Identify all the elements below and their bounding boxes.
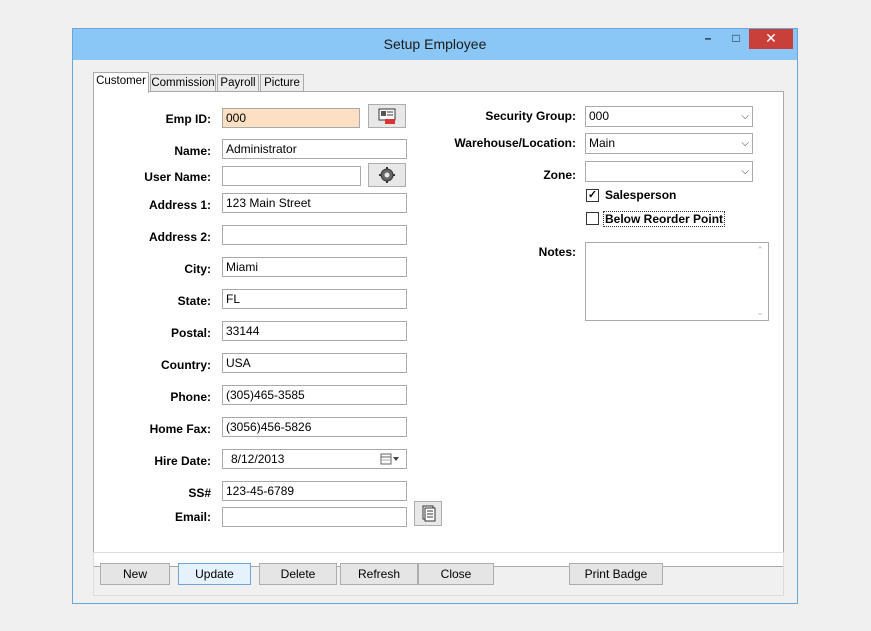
zone-label: Zone:: [543, 168, 576, 182]
below-reorder-checkbox[interactable]: [586, 212, 599, 225]
tab-payroll[interactable]: Payroll: [217, 74, 259, 91]
name-label: Name:: [174, 144, 211, 158]
close-window-button[interactable]: ✕: [749, 29, 793, 49]
refresh-button[interactable]: Refresh: [340, 563, 418, 585]
clipboard-icon: [422, 505, 436, 522]
minimize-button[interactable]: –: [695, 29, 721, 49]
id-card-button[interactable]: [368, 104, 406, 128]
state-field[interactable]: FL: [222, 289, 407, 309]
ssn-field[interactable]: 123-45-6789: [222, 481, 407, 501]
postal-field[interactable]: 33144: [222, 321, 407, 341]
name-field[interactable]: Administrator: [222, 139, 407, 159]
city-field[interactable]: Miami: [222, 257, 407, 277]
below-reorder-label: Below Reorder Point: [603, 211, 726, 227]
tab-customer[interactable]: Customer: [93, 72, 149, 93]
hire-date-value: 8/12/2013: [231, 452, 285, 466]
calendar-icon[interactable]: [380, 453, 402, 465]
home-fax-label: Home Fax:: [149, 422, 211, 436]
salesperson-label: Salesperson: [605, 188, 677, 202]
phone-label: Phone:: [170, 390, 211, 404]
state-label: State:: [177, 294, 211, 308]
warehouse-label: Warehouse/Location:: [454, 136, 576, 150]
ssn-label: SS#: [188, 486, 211, 500]
notes-scrollbar[interactable]: ⌃ ⌄: [752, 243, 768, 320]
phone-field[interactable]: (305)465-3585: [222, 385, 407, 405]
tab-picture[interactable]: Picture: [260, 74, 304, 91]
title-bar: Setup Employee – □ ✕: [73, 29, 797, 60]
chevron-down-icon: ⌵: [741, 166, 749, 177]
address2-field[interactable]: [222, 225, 407, 245]
scroll-down-icon[interactable]: ⌄: [752, 307, 768, 318]
warehouse-value: Main: [589, 136, 616, 150]
update-button[interactable]: Update: [178, 563, 251, 585]
emp-id-field[interactable]: 000: [222, 108, 360, 128]
id-card-icon: [378, 108, 396, 124]
salesperson-checkbox[interactable]: ✓: [586, 189, 599, 202]
setup-employee-window: Setup Employee – □ ✕ Customer Commission…: [72, 28, 798, 604]
zone-select[interactable]: ⌵: [585, 161, 753, 182]
emp-id-label: Emp ID:: [165, 112, 211, 126]
address1-label: Address 1:: [148, 198, 211, 212]
scroll-up-icon[interactable]: ⌃: [752, 245, 768, 256]
chevron-down-icon: ⌵: [741, 111, 749, 122]
hire-date-picker[interactable]: 8/12/2013: [222, 449, 407, 469]
tab-commission[interactable]: Commission: [150, 74, 216, 91]
security-group-value: 000: [589, 109, 610, 123]
hire-date-label: Hire Date:: [154, 454, 211, 468]
country-label: Country:: [161, 358, 211, 372]
country-field[interactable]: USA: [222, 353, 407, 373]
chevron-down-icon: ⌵: [741, 138, 749, 149]
print-badge-button[interactable]: Print Badge: [569, 563, 663, 585]
home-fax-field[interactable]: (3056)456-5826: [222, 417, 407, 437]
user-name-field[interactable]: [222, 166, 361, 186]
warehouse-select[interactable]: Main ⌵: [585, 133, 753, 154]
email-field[interactable]: [222, 507, 407, 527]
maximize-button[interactable]: □: [723, 29, 749, 49]
user-settings-button[interactable]: [368, 163, 406, 187]
notes-textarea[interactable]: ⌃ ⌄: [585, 242, 769, 321]
security-group-select[interactable]: 000 ⌵: [585, 106, 753, 127]
user-name-label: User Name:: [144, 170, 211, 184]
gear-icon: [379, 167, 395, 183]
new-button[interactable]: New: [100, 563, 170, 585]
email-label: Email:: [174, 510, 211, 524]
close-button[interactable]: Close: [418, 563, 494, 585]
window-title: Setup Employee: [383, 36, 487, 52]
address2-label: Address 2:: [148, 230, 211, 244]
notes-label: Notes:: [538, 245, 576, 259]
email-copy-button[interactable]: [414, 501, 442, 526]
delete-button[interactable]: Delete: [259, 563, 337, 585]
address1-field[interactable]: 123 Main Street: [222, 193, 407, 213]
city-label: City:: [184, 262, 211, 276]
security-group-label: Security Group:: [485, 109, 576, 123]
postal-label: Postal:: [170, 326, 211, 340]
